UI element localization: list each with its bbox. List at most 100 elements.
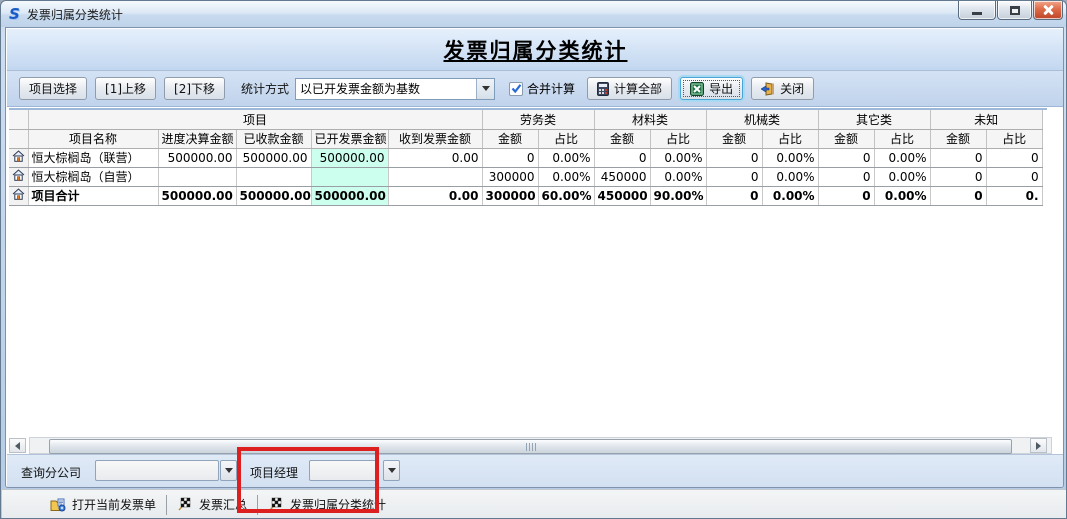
grid-cell[interactable]: 0 (818, 148, 874, 167)
calc-all-button[interactable]: 计算全部 (587, 77, 672, 100)
grid-cell[interactable]: 500000.00 (236, 186, 311, 205)
tab-label: 发票汇总 (199, 496, 247, 513)
col-header: 项目名称 (28, 129, 158, 148)
project-name-cell[interactable]: 项目合计 (28, 186, 158, 205)
stat-mode-dropdown-button[interactable] (476, 79, 494, 99)
grid-cell[interactable]: 0. (986, 186, 1042, 205)
group-header-material: 材料类 (594, 110, 706, 129)
toolbar: 项目选择 [1]上移 [2]下移 统计方式 以已开发票金额为基数 合并计算 计 (7, 70, 1064, 107)
grid-cell[interactable]: 0 (706, 167, 762, 186)
row-selector-cell[interactable] (9, 148, 28, 167)
grid-cell[interactable] (158, 167, 236, 186)
grid-cell[interactable]: 60.00% (538, 186, 594, 205)
branch-select[interactable] (95, 460, 219, 481)
grid-cell[interactable]: 0 (706, 186, 762, 205)
close-button[interactable] (1033, 1, 1063, 20)
grid-cell[interactable]: 0 (594, 148, 650, 167)
col-header: 已收款金额 (236, 129, 311, 148)
checkered-flag-icon (268, 497, 284, 512)
col-header: 收到发票金额 (388, 129, 482, 148)
minimize-button[interactable] (958, 1, 996, 20)
move-up-button[interactable]: [1]上移 (95, 77, 156, 100)
tab-invoice-category-stats[interactable]: 发票归属分类统计 (258, 493, 396, 517)
house-icon (12, 188, 25, 203)
grid-cell[interactable]: 0 (818, 186, 874, 205)
grid-cell[interactable] (388, 167, 482, 186)
window-title: 发票归属分类统计 (27, 6, 123, 23)
row-selector-cell[interactable] (9, 167, 28, 186)
grid-cell[interactable]: 0.00% (762, 167, 818, 186)
grid-cell[interactable]: 300000 (482, 167, 538, 186)
table-row-total[interactable]: 项目合计 500000.00 500000.00 500000.00 0.00 … (9, 186, 1042, 205)
merge-calc-checkbox-group[interactable]: 合并计算 (509, 80, 575, 97)
grid-cell[interactable]: 0 (818, 167, 874, 186)
grid-cell[interactable]: 0.00% (538, 148, 594, 167)
calculator-icon (597, 82, 609, 96)
row-selector-cell[interactable] (9, 186, 28, 205)
export-button[interactable]: 导出 (680, 77, 743, 100)
grid-cell[interactable]: 500000.00 (311, 186, 388, 205)
grid-cell[interactable]: 0 (986, 167, 1042, 186)
manager-select[interactable] (309, 460, 379, 481)
col-header: 金额 (482, 129, 538, 148)
grid-cell[interactable]: 0.00% (874, 186, 930, 205)
grid-cell[interactable]: 500000.00 (158, 186, 236, 205)
grid-cell[interactable]: 450000 (594, 186, 650, 205)
maximize-button[interactable] (997, 1, 1032, 20)
grid-cell[interactable] (236, 167, 311, 186)
col-header: 已开发票金额 (311, 129, 388, 148)
app-logo-icon: S (9, 7, 20, 22)
filter-bar: 查询分公司 项目经理 (7, 454, 1064, 488)
table-row[interactable]: 恒大棕榈岛（联营） 500000.00 500000.00 500000.00 … (9, 148, 1042, 167)
scroll-left-button[interactable] (9, 438, 26, 453)
grid-cell[interactable]: 0.00% (762, 148, 818, 167)
grid-cell[interactable]: 0 (930, 148, 986, 167)
branch-filter-label: 查询分公司 (21, 464, 81, 481)
branch-dropdown-button[interactable] (220, 460, 237, 481)
titlebar[interactable]: S 发票归属分类统计 (1, 1, 1066, 27)
col-header: 占比 (762, 129, 818, 148)
grid-cell[interactable]: 500000.00 (158, 148, 236, 167)
grid-cell[interactable]: 0 (930, 186, 986, 205)
grid-cell[interactable]: 0.00% (874, 148, 930, 167)
tab-open-current-invoice[interactable]: 打开当前发票单 (40, 493, 166, 517)
grid-cell[interactable]: 0.00% (650, 167, 706, 186)
col-header: 占比 (650, 129, 706, 148)
grid-cell[interactable]: 0 (930, 167, 986, 186)
grid-cell[interactable]: 0.00% (538, 167, 594, 186)
table-row[interactable]: 恒大棕榈岛（自营） 300000 0.00% 450000 0.00% 0 0.… (9, 167, 1042, 186)
house-icon (12, 150, 25, 165)
bottom-tab-bar: 打开当前发票单 发票汇总 发票归属分类统计 (2, 489, 1067, 519)
merge-calc-checkbox[interactable] (509, 82, 523, 96)
project-select-button[interactable]: 项目选择 (19, 77, 87, 100)
horizontal-scrollbar[interactable] (9, 437, 1047, 454)
grid-cell[interactable]: 0 (986, 148, 1042, 167)
move-down-button[interactable]: [2]下移 (164, 77, 225, 100)
tab-invoice-summary[interactable]: 发票汇总 (167, 493, 257, 517)
scrollbar-track[interactable] (29, 437, 1052, 454)
arrow-left-icon (15, 442, 20, 450)
manager-dropdown-button[interactable] (383, 460, 400, 481)
close-icon (1042, 4, 1054, 16)
grid-cell[interactable] (311, 167, 388, 186)
project-name-cell[interactable]: 恒大棕榈岛（自营） (28, 167, 158, 186)
grid-cell[interactable]: 0.00 (388, 186, 482, 205)
project-name-cell[interactable]: 恒大棕榈岛（联营） (28, 148, 158, 167)
stat-mode-select[interactable]: 以已开发票金额为基数 (295, 78, 495, 100)
grid-cell[interactable]: 0.00% (650, 148, 706, 167)
page-title: 发票归属分类统计 (444, 35, 628, 65)
grid-cell[interactable]: 450000 (594, 167, 650, 186)
grid-cell[interactable]: 0 (706, 148, 762, 167)
grid-cell[interactable]: 0.00 (388, 148, 482, 167)
scrollbar-thumb[interactable] (49, 439, 1012, 454)
grid-cell[interactable]: 500000.00 (311, 148, 388, 167)
grid-cell[interactable]: 300000 (482, 186, 538, 205)
close-window-button[interactable]: 关闭 (751, 77, 814, 100)
grid-cell[interactable]: 90.00% (650, 186, 706, 205)
close-window-label: 关闭 (780, 80, 804, 97)
grid-cell[interactable]: 0 (482, 148, 538, 167)
grid-cell[interactable]: 0.00% (762, 186, 818, 205)
grid-cell[interactable]: 0.00% (874, 167, 930, 186)
grid-cell[interactable]: 500000.00 (236, 148, 311, 167)
scroll-right-button[interactable] (1030, 438, 1047, 453)
